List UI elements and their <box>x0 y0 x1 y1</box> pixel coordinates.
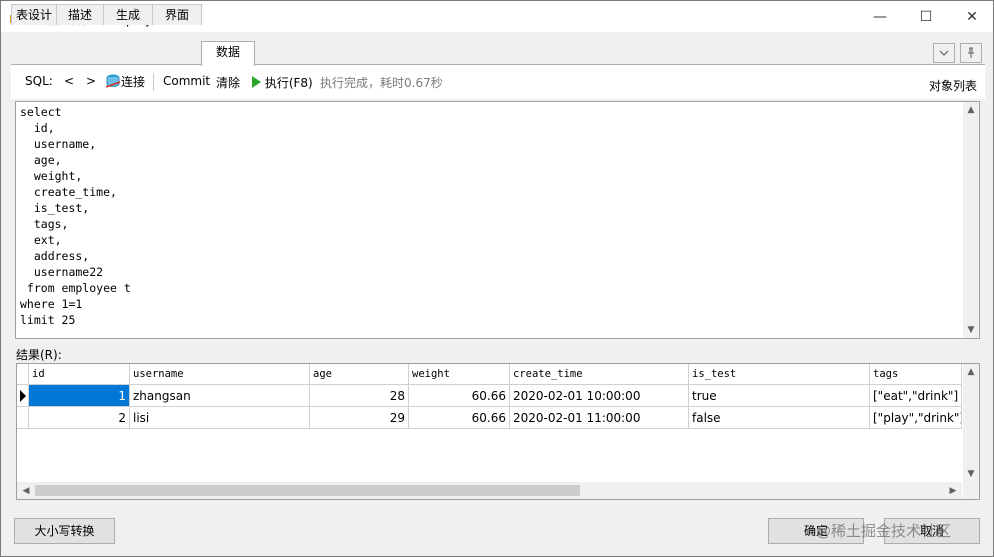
table-cell[interactable]: zhangsan <box>130 385 310 407</box>
maximize-icon: ☐ <box>919 8 933 25</box>
row-indicator[interactable] <box>17 385 29 407</box>
execute-button[interactable]: 执行(F8) <box>251 74 313 91</box>
table-cell[interactable]: 2020-02-01 10:00:00 <box>510 385 689 407</box>
tab-interface[interactable]: 界面 <box>152 4 202 25</box>
grid-horizontal-scrollbar[interactable]: ◀ ▶ <box>17 482 962 499</box>
toolbar: SQL: < > 连接 Commit 清除 执行(F8) 执行完成，耗时0.67… <box>11 65 985 99</box>
table-cell[interactable]: lisi <box>130 407 310 429</box>
scroll-thumb[interactable] <box>35 485 580 496</box>
table-cell[interactable]: ["play","drink"] <box>870 407 962 429</box>
table-cell[interactable]: ["eat","drink"] <box>870 385 962 407</box>
table-cell[interactable]: true <box>689 385 870 407</box>
scroll-right-icon[interactable]: ▶ <box>945 483 961 499</box>
table-cell[interactable]: 29 <box>310 407 409 429</box>
scroll-up-icon[interactable]: ▲ <box>963 102 979 118</box>
minimize-button[interactable]: — <box>857 1 903 32</box>
column-header[interactable]: weight <box>409 364 510 385</box>
prev-button[interactable]: < <box>64 74 74 88</box>
scroll-left-icon[interactable]: ◀ <box>18 483 34 499</box>
tab-description[interactable]: 描述 <box>56 4 104 25</box>
grid-vertical-scrollbar[interactable]: ▲ ▼ <box>963 364 979 482</box>
results-grid[interactable]: id username age weight create_time is_te… <box>16 363 980 500</box>
status-text: 执行完成，耗时0.67秒 <box>320 76 443 90</box>
row-indicator-icon <box>20 390 26 402</box>
editor-vertical-scrollbar[interactable]: ▲ ▼ <box>963 102 979 338</box>
scroll-corner <box>963 482 979 499</box>
sql-editor[interactable]: select id, username, age, weight, create… <box>15 101 980 339</box>
column-header[interactable]: age <box>310 364 409 385</box>
tab-generate[interactable]: 生成 <box>103 4 153 25</box>
table-cell[interactable]: 1 <box>29 385 130 407</box>
maximize-button[interactable]: ☐ <box>903 1 949 32</box>
table-cell[interactable]: 60.66 <box>409 385 510 407</box>
table-cell[interactable]: 2 <box>29 407 130 429</box>
play-icon <box>252 76 261 88</box>
chevron-down-icon <box>939 50 949 56</box>
object-list-button[interactable]: 对象列表 <box>929 77 977 94</box>
watermark: @稀土掘金技术社区 <box>816 522 952 540</box>
connect-label: 连接 <box>121 75 146 89</box>
table-cell[interactable]: 2020-02-01 11:00:00 <box>510 407 689 429</box>
tab-table-design[interactable]: 表设计 <box>11 4 57 25</box>
minimize-icon: — <box>873 8 887 25</box>
tab-data[interactable]: 数据 <box>201 41 255 66</box>
table-cell[interactable]: false <box>689 407 870 429</box>
clear-button[interactable]: 清除 <box>216 74 240 91</box>
scroll-down-icon[interactable]: ▼ <box>963 322 979 338</box>
connect-button[interactable]: 连接 <box>105 73 145 90</box>
connect-icon <box>105 74 121 88</box>
row-indicator[interactable] <box>17 407 29 429</box>
table-cell[interactable]: 60.66 <box>409 407 510 429</box>
scroll-up-icon[interactable]: ▲ <box>963 364 979 380</box>
splitter-handle[interactable] <box>1 339 994 343</box>
column-header[interactable]: is_test <box>689 364 870 385</box>
table-cell[interactable]: 28 <box>310 385 409 407</box>
column-header[interactable]: tags <box>870 364 962 385</box>
sql-text[interactable]: select id, username, age, weight, create… <box>20 104 131 328</box>
close-icon: ✕ <box>966 8 978 25</box>
execute-label: 执行(F8) <box>264 76 313 90</box>
column-header[interactable]: create_time <box>510 364 689 385</box>
header-corner <box>17 364 29 385</box>
case-convert-button[interactable]: 大小写转换 <box>14 518 115 544</box>
scroll-down-icon[interactable]: ▼ <box>963 466 979 482</box>
column-header[interactable]: id <box>29 364 130 385</box>
toolbar-separator <box>153 73 154 91</box>
tab-dropdown-button[interactable] <box>933 43 955 63</box>
results-label: 结果(R): <box>16 348 62 362</box>
dialog-window: 数据表属性 - employee — ☐ ✕ 表设计 描述 生成 界面 数据 S… <box>0 0 994 557</box>
close-button[interactable]: ✕ <box>949 1 994 32</box>
next-button[interactable]: > <box>86 74 96 88</box>
commit-button[interactable]: Commit <box>163 74 210 88</box>
sql-label: SQL: <box>25 74 53 88</box>
column-header[interactable]: username <box>130 364 310 385</box>
tab-pin-button[interactable] <box>960 43 982 63</box>
pin-icon <box>968 47 974 58</box>
